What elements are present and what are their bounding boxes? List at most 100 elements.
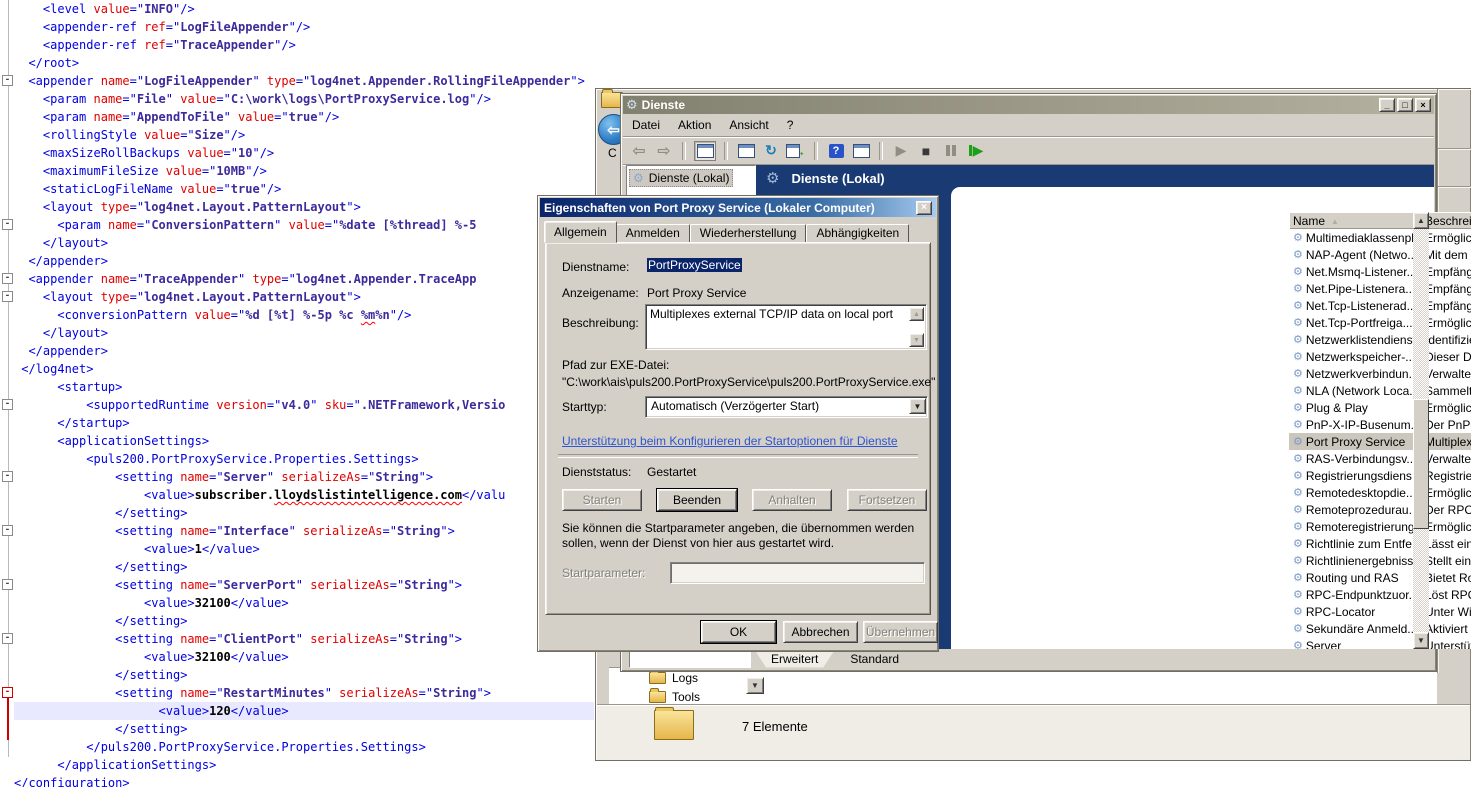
bottom-text-box[interactable] [629,650,751,668]
scroll-down-button[interactable]: ▼ [909,333,924,347]
menu-item-datei[interactable]: Datei [623,116,669,134]
code-line[interactable]: <appender name="TraceAppender" type="log… [14,270,594,288]
show-console-tree-button[interactable] [694,141,716,161]
table-row[interactable]: ⚙Richtlinie zum Entfe...Lässt eine Ko...… [1289,535,1471,552]
table-row[interactable]: ⚙RPC-LocatorUnter Windo...ManuellNetzwer… [1289,603,1471,620]
combo-dropdown-button[interactable]: ▼ [909,398,926,414]
table-row[interactable]: ⚙RAS-Verbindungsv...Verwaltet Ein...Manu… [1289,450,1471,467]
services-table[interactable]: Name▲BeschreibungStatusStarttypAnmelden … [1289,212,1471,649]
table-row[interactable]: ⚙Port Proxy ServiceMultiplexes e...Gesta… [1289,433,1471,450]
code-line[interactable]: <supportedRuntime version="v4.0" sku=".N… [14,396,594,414]
code-line[interactable]: </appender> [14,342,594,360]
code-line[interactable]: <param name="File" value="C:\work\logs\P… [14,90,594,108]
code-line[interactable]: <setting name="ServerPort" serializeAs="… [14,576,594,594]
maximize-button[interactable]: □ [1397,98,1413,112]
code-line[interactable]: <rollingStyle value="Size"/> [14,126,594,144]
scrollbar-thumb[interactable] [1413,399,1429,529]
properties-button[interactable] [736,142,756,160]
code-line[interactable]: <maximumFileSize value="10MB"/> [14,162,594,180]
table-row[interactable]: ⚙NetzwerklistendienstIdentifiziert d...G… [1289,331,1471,348]
uebernehmen-button[interactable]: Übernehmen [863,621,938,643]
code-line[interactable]: <param name="ConversionPattern" value="%… [14,216,594,234]
table-row[interactable]: ⚙Net.Pipe-Listenera...Empfängt Akt...Ges… [1289,280,1471,297]
table-header-row[interactable]: Name▲BeschreibungStatusStarttypAnmelden … [1289,212,1471,229]
code-line[interactable]: </applicationSettings> [14,756,594,774]
table-row[interactable]: ⚙Sekundäre Anmeld...Aktiviert das ...Man… [1289,620,1471,637]
folder-list-item[interactable]: Tools [609,687,1437,705]
code-line[interactable]: </layout> [14,324,594,342]
code-line[interactable]: </puls200.PortProxyService.Properties.Se… [14,738,594,756]
table-row[interactable]: ⚙Net.Msmq-Listener...Empfängt Akt...Deak… [1289,263,1471,280]
fold-toggle-icon[interactable]: - [2,471,13,482]
view-tabs[interactable]: ErweitertStandard [755,651,915,668]
code-line[interactable]: <value>32100</value> [14,648,594,666]
fold-toggle-icon-active[interactable]: - [2,687,13,698]
code-line[interactable]: </setting> [14,558,594,576]
column-header-name[interactable]: Name▲ [1289,212,1421,229]
table-row[interactable]: ⚙RemoteregistrierungErmöglicht Re...Gest… [1289,518,1471,535]
code-line[interactable]: <value>subscriber.lloydslistintelligence… [14,486,594,504]
table-row[interactable]: ⚙Remoteprozedurau...Der RPCSS-Di...Gesta… [1289,501,1471,518]
minimize-button[interactable]: _ [1379,98,1395,112]
code-line[interactable]: <appender-ref ref="LogFileAppender"/> [14,18,594,36]
refresh-button[interactable]: ↻ [761,142,781,160]
fold-toggle-icon[interactable]: - [2,399,13,410]
ok-button[interactable]: OK [701,621,776,643]
dialog-title-bar[interactable]: Eigenschaften von Port Proxy Service (Lo… [540,198,936,217]
fold-toggle-icon[interactable]: - [2,273,13,284]
table-row[interactable]: ⚙PnP-X-IP-Busenum...Der PnP-X-Bu...Deakt… [1289,416,1471,433]
table-body[interactable]: ⚙Multimediaklassenpl...Ermöglicht ei...M… [1289,229,1471,649]
extended-view-button[interactable] [851,142,871,160]
code-line[interactable]: <value>32100</value> [14,594,594,612]
table-row[interactable]: ⚙Multimediaklassenpl...Ermöglicht ei...M… [1289,229,1471,246]
code-area[interactable]: <level value="INFO"/> <appender-ref ref=… [14,0,594,787]
export-list-button[interactable]: → [786,142,806,160]
fold-toggle-icon[interactable]: - [2,579,13,590]
beschreibung-textbox[interactable]: Multiplexes external TCP/IP data on loca… [645,304,927,350]
table-row[interactable]: ⚙Net.Tcp-Listenerad...Empfängt Akt...Ges… [1289,297,1471,314]
scroll-up-button[interactable]: ▲ [1413,212,1429,229]
menu-item-ansicht[interactable]: Ansicht [720,116,777,134]
code-line[interactable]: </startup> [14,414,594,432]
code-line[interactable]: <setting name="RestartMinutes" serialize… [14,684,594,702]
scroll-down-button[interactable]: ▼ [1413,632,1429,649]
code-line[interactable]: <setting name="Server" serializeAs="Stri… [14,468,594,486]
table-row[interactable]: ⚙NAP-Agent (Netwo...Mit dem NAP-...Manue… [1289,246,1471,263]
stop-service-button[interactable]: ■ [916,142,936,160]
code-line[interactable]: <staticLogFileName value="true"/> [14,180,594,198]
code-line[interactable]: <value>1</value> [14,540,594,558]
table-row[interactable]: ⚙Richtlinienergebniss...Stellt einen N..… [1289,552,1471,569]
scroll-up-button[interactable]: ▲ [909,307,924,321]
code-line[interactable]: </setting> [14,612,594,630]
forward-button[interactable]: ⇨ [654,142,674,160]
starttyp-combobox[interactable]: Automatisch (Verzögerter Start) ▼ [645,396,928,418]
fold-toggle-icon[interactable]: - [2,219,13,230]
code-line[interactable]: </root> [14,54,594,72]
services-title-bar[interactable]: ⚙ Dienste _ □ × [623,96,1434,114]
fortsetzen-button[interactable]: Fortsetzen [847,489,927,511]
beenden-button[interactable]: Beenden [657,489,737,511]
abbrechen-button[interactable]: Abbrechen [783,621,858,643]
code-line[interactable]: </appender> [14,252,594,270]
code-line[interactable]: <applicationSettings> [14,432,594,450]
table-row[interactable]: ⚙Remotedesktopdie...Ermöglicht Be...Gest… [1289,484,1471,501]
code-line[interactable]: </configuration> [14,774,594,787]
code-line[interactable]: </setting> [14,504,594,522]
code-line[interactable]: </layout> [14,234,594,252]
table-row[interactable]: ⚙Netzwerkspeicher-...Dieser Dienst...Ges… [1289,348,1471,365]
table-row[interactable]: ⚙Net.Tcp-Portfreiga...Ermöglicht es...Ge… [1289,314,1471,331]
tree-item-dienste-lokal[interactable]: ⚙ Dienste (Lokal) [629,169,733,187]
table-row[interactable]: ⚙Plug & PlayErmöglicht de...GestartetAut… [1289,399,1471,416]
code-line[interactable]: <param name="AppendToFile" value="true"/… [14,108,594,126]
dialog-close-button[interactable]: × [916,201,932,215]
startparameter-input[interactable] [670,562,925,584]
fold-toggle-icon[interactable]: - [2,291,13,302]
starten-button[interactable]: Starten [562,489,642,511]
tab-wiederherstellung[interactable]: Wiederherstellung [690,224,807,243]
code-line[interactable]: <conversionPattern value="%d [%t] %-5p %… [14,306,594,324]
code-line[interactable]: </log4net> [14,360,594,378]
code-line[interactable]: <appender-ref ref="TraceAppender"/> [14,36,594,54]
code-line[interactable]: </setting> [14,666,594,684]
vertical-scrollbar[interactable]: ▲ ▼ [1413,212,1429,649]
startoptions-help-link[interactable]: Unterstützung beim Konfigurieren der Sta… [562,434,898,448]
